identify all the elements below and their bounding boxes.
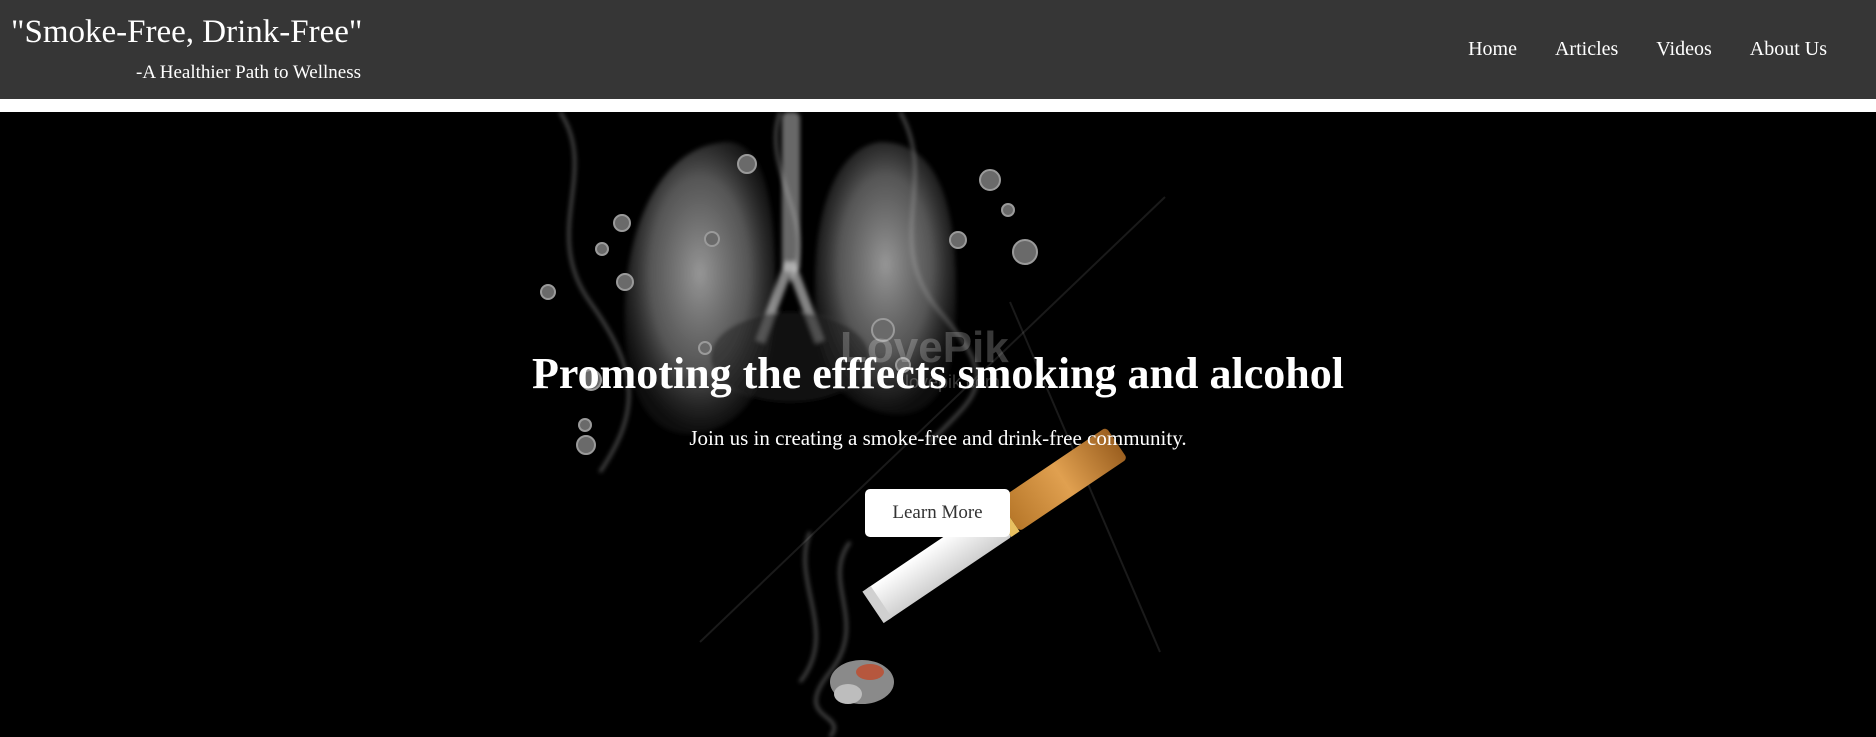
hero-heading: Promoting the efffects smoking and alcoh… xyxy=(532,349,1344,398)
main-nav: Home Articles Videos About Us xyxy=(1468,37,1827,61)
site-title: "Smoke-Free, Drink-Free" xyxy=(11,14,363,50)
site-header: "Smoke-Free, Drink-Free" -A Healthier Pa… xyxy=(0,0,1876,99)
hero-subheading: Join us in creating a smoke-free and dri… xyxy=(689,426,1187,450)
learn-more-button[interactable]: Learn More xyxy=(865,489,1010,537)
hero-content: Promoting the efffects smoking and alcoh… xyxy=(0,112,1876,737)
nav-home-link[interactable]: Home xyxy=(1468,37,1517,61)
nav-articles-link[interactable]: Articles xyxy=(1555,37,1618,61)
hero-section: LovePik lovepik.com Promoting the efffec… xyxy=(0,112,1876,737)
nav-videos-link[interactable]: Videos xyxy=(1656,37,1711,61)
site-tagline: -A Healthier Path to Wellness xyxy=(136,62,362,83)
nav-about-link[interactable]: About Us xyxy=(1750,37,1827,61)
